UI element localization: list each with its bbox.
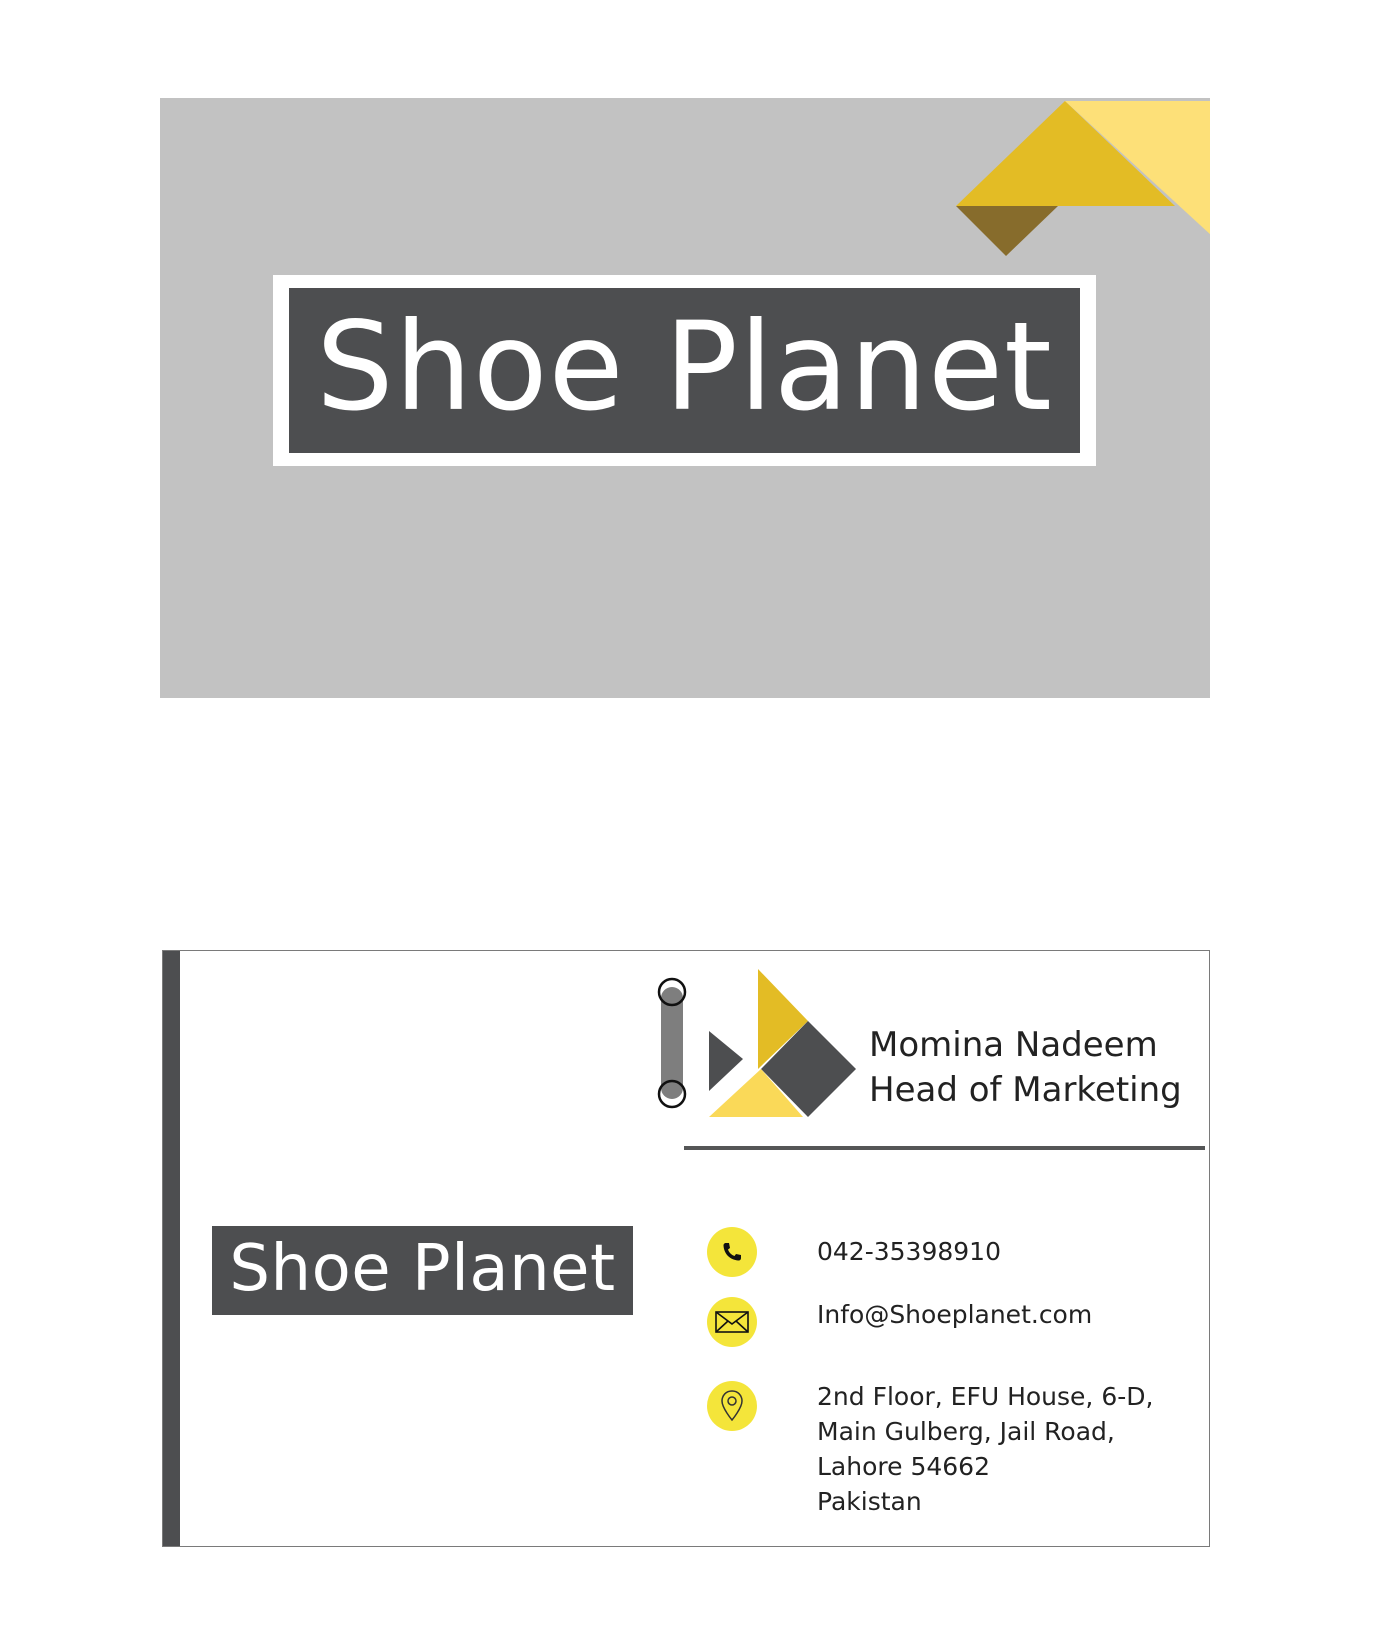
person-title: Head of Marketing (869, 1070, 1182, 1110)
email-address[interactable]: Info@Shoeplanet.com (817, 1297, 1092, 1332)
address-line-4: Pakistan (817, 1487, 922, 1516)
address-line-1: 2nd Floor, EFU House, 6-D, (817, 1382, 1154, 1411)
address-line-2: Main Gulberg, Jail Road, (817, 1417, 1115, 1446)
phone-icon (707, 1227, 757, 1277)
location-pin-icon (707, 1381, 757, 1431)
back-logo-text: Shoe Planet (229, 1231, 616, 1306)
back-logo-box: Shoe Planet (212, 1226, 633, 1315)
business-card-back: Shoe Planet Momina Nadeem Head of Market… (162, 950, 1210, 1547)
mail-icon (707, 1297, 757, 1347)
address-block: 2nd Floor, EFU House, 6-D, Main Gulberg,… (817, 1379, 1153, 1519)
person-block: Momina Nadeem Head of Marketing (869, 1023, 1182, 1113)
phone-number[interactable]: 042-35398910 (817, 1234, 1001, 1269)
divider-line (684, 1146, 1205, 1150)
emblem-dark-arrow (709, 1031, 743, 1091)
person-name: Momina Nadeem (869, 1025, 1158, 1065)
left-accent-bar (163, 951, 180, 1546)
corner-shadow-fold (956, 206, 1058, 256)
front-logo-frame: Shoe Planet (273, 275, 1096, 466)
address-line-3: Lahore 54662 (817, 1452, 990, 1481)
shoe-planet-emblem (657, 969, 856, 1117)
front-logo-text: Shoe Planet (316, 295, 1053, 438)
business-card-front: Shoe Planet (160, 98, 1210, 698)
front-logo-box: Shoe Planet (289, 288, 1080, 453)
